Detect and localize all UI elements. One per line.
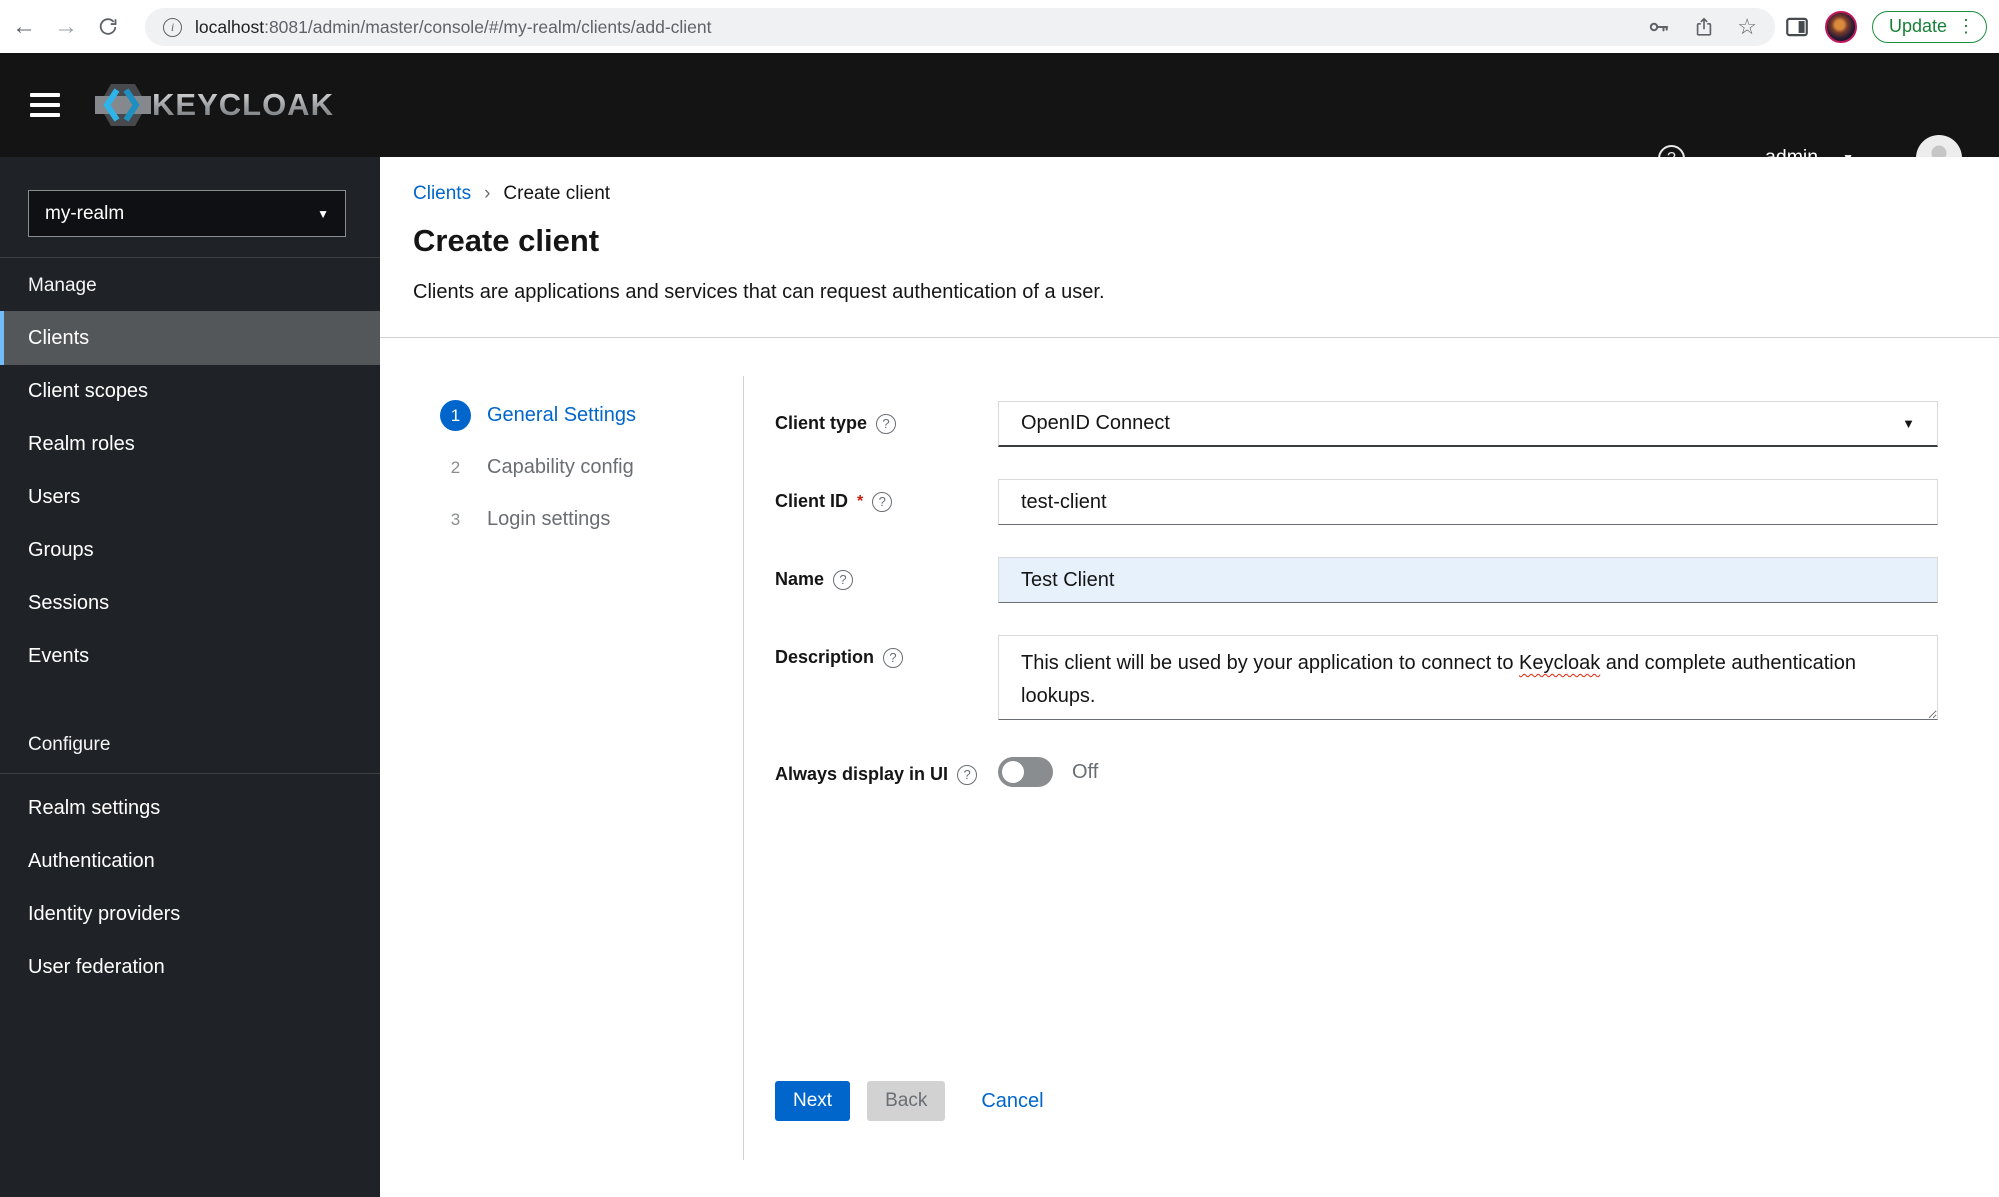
sidebar-item-identity-providers[interactable]: Identity providers [0, 888, 380, 941]
help-icon[interactable]: ? [833, 569, 854, 590]
wizard-step-general-settings[interactable]: 1 General Settings [440, 400, 636, 431]
sidebar-nav: Manage Clients Client scopes Realm roles… [0, 262, 380, 994]
realm-name: my-realm [45, 202, 125, 224]
toggle-state-label: Off [1072, 760, 1099, 783]
name-label: Name ? [775, 557, 998, 590]
bookmark-star-icon[interactable]: ☆ [1737, 16, 1757, 38]
help-icon[interactable]: ? [957, 764, 978, 785]
chevron-down-icon: ▼ [317, 206, 329, 221]
always-display-toggle[interactable] [998, 757, 1053, 787]
sidebar: my-realm ▼ Manage Clients Client scopes … [0, 157, 380, 1197]
browser-profile-avatar[interactable] [1824, 10, 1857, 43]
breadcrumb-separator-icon: › [484, 183, 491, 204]
sidebar-item-client-scopes[interactable]: Client scopes [0, 365, 380, 418]
nav-group-configure: Configure [0, 721, 380, 774]
sidebar-item-users[interactable]: Users [0, 471, 380, 524]
breadcrumb: Clients › Create client [413, 183, 610, 205]
chevron-down-icon: ▼ [1902, 416, 1915, 431]
name-input[interactable]: Test Client [998, 557, 1938, 603]
client-type-label: Client type ? [775, 401, 998, 434]
password-key-icon[interactable] [1647, 15, 1671, 39]
breadcrumb-clients-link[interactable]: Clients [413, 183, 471, 205]
browser-back-icon[interactable]: ← [6, 0, 42, 53]
url-text: localhost:8081/admin/master/console/#/my… [195, 16, 712, 37]
sidebar-item-authentication[interactable]: Authentication [0, 835, 380, 888]
browser-forward-icon[interactable]: → [48, 0, 84, 53]
nav-group-manage: Manage [28, 275, 97, 296]
create-client-wizard: 1 General Settings 2 Capability config 3… [380, 338, 1999, 1197]
breadcrumb-current: Create client [503, 183, 611, 204]
cancel-button[interactable]: Cancel [981, 1090, 1043, 1113]
site-info-icon[interactable]: i [163, 17, 182, 37]
help-icon[interactable]: ? [876, 413, 897, 434]
side-panel-icon[interactable] [1784, 14, 1810, 40]
required-asterisk: * [857, 492, 864, 510]
sidebar-divider [0, 257, 380, 258]
wizard-actions: Next Back Cancel [775, 1081, 1044, 1121]
client-type-select[interactable]: OpenID Connect ▼ [998, 401, 1938, 447]
hamburger-menu-icon[interactable] [30, 93, 60, 117]
description-label: Description ? [775, 635, 998, 668]
client-id-label: Client ID * ? [775, 479, 998, 512]
browser-toolbar: ← → i localhost:8081/admin/master/consol… [0, 0, 1999, 53]
update-menu-dots-icon[interactable]: ⋮ [1957, 16, 1975, 37]
update-button[interactable]: Update ⋮ [1871, 10, 1987, 43]
brand-text: KEYCLOAK [152, 87, 334, 122]
client-id-input[interactable]: test-client [998, 479, 1938, 525]
always-display-label: Always display in UI ? [775, 752, 998, 785]
sidebar-item-user-federation[interactable]: User federation [0, 941, 380, 994]
page-subtitle: Clients are applications and services th… [413, 281, 1105, 303]
wizard-step-capability-config[interactable]: 2 Capability config [440, 452, 636, 483]
wizard-step-login-settings[interactable]: 3 Login settings [440, 504, 636, 535]
help-icon[interactable]: ? [872, 491, 893, 512]
sidebar-item-groups[interactable]: Groups [0, 524, 380, 577]
app-header: KEYCLOAK ? admin ▼ [0, 53, 1999, 181]
wizard-vertical-divider [743, 376, 744, 1160]
description-textarea[interactable]: This client will be used by your applica… [998, 635, 1938, 720]
help-icon[interactable]: ? [883, 647, 904, 668]
share-icon[interactable] [1693, 16, 1715, 38]
general-settings-form: Client type ? OpenID Connect ▼ Client ID… [775, 401, 1938, 819]
sidebar-item-events[interactable]: Events [0, 630, 380, 683]
realm-selector[interactable]: my-realm ▼ [28, 190, 346, 237]
address-bar[interactable]: i localhost:8081/admin/master/console/#/… [145, 8, 1775, 46]
page-title: Create client [413, 223, 600, 258]
keycloak-logo: KEYCLOAK [95, 81, 334, 129]
main-content: Clients › Create client Create client Cl… [380, 157, 1999, 1197]
sidebar-item-sessions[interactable]: Sessions [0, 577, 380, 630]
sidebar-item-realm-roles[interactable]: Realm roles [0, 418, 380, 471]
next-button[interactable]: Next [775, 1081, 851, 1121]
sidebar-item-clients[interactable]: Clients [0, 311, 380, 365]
wizard-steps-nav: 1 General Settings 2 Capability config 3… [440, 400, 636, 556]
keycloak-logo-icon [95, 84, 151, 126]
browser-reload-icon[interactable] [90, 0, 126, 53]
back-button[interactable]: Back [867, 1081, 946, 1121]
sidebar-item-realm-settings[interactable]: Realm settings [0, 782, 380, 835]
